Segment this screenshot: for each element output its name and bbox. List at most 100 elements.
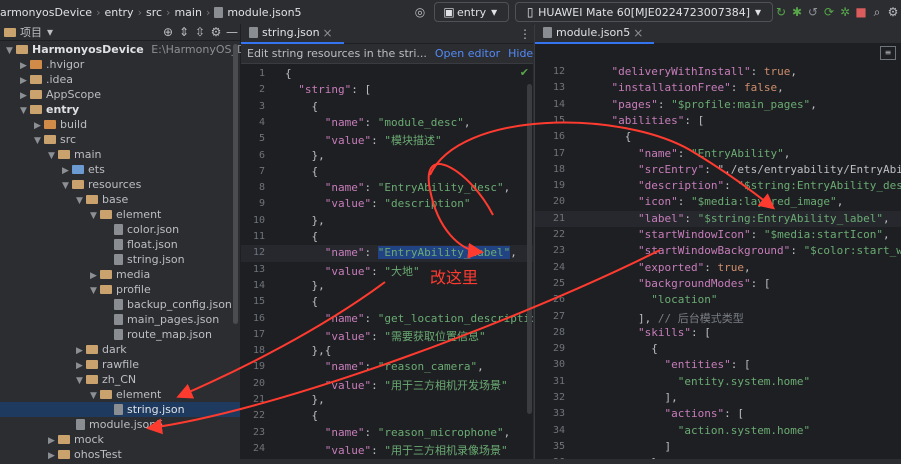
target-icon[interactable]: ◎ [412, 5, 428, 19]
reader-mode-icon[interactable]: ≡ [880, 46, 896, 60]
more-icon[interactable]: ⋮ [517, 27, 533, 41]
line-number: 35 [552, 440, 565, 452]
tree-file[interactable]: route_map.json [114, 327, 212, 342]
tree-item-label: color.json [127, 223, 180, 236]
tree-item[interactable]: ▼ src [34, 132, 76, 147]
close-icon[interactable]: × [630, 26, 646, 40]
tree-item[interactable]: ▶ ohosTest [48, 447, 122, 462]
minimize-icon[interactable]: — [224, 25, 240, 39]
line-number: 22 [552, 229, 565, 240]
code-area[interactable]: 12 "deliveryWithInstall": true, 13 "insta… [535, 62, 901, 459]
folder-icon [16, 45, 28, 54]
tree-item[interactable]: ▼ element [90, 387, 161, 402]
search-icon[interactable]: ⌕ [869, 5, 885, 20]
tree-item[interactable]: ▶ mock [48, 432, 104, 447]
code-area[interactable]: 1 {2 "string": [3 {4 "name": "module_desc… [241, 64, 533, 459]
tree-item-label: profile [116, 283, 151, 296]
device-select[interactable]: ▯ HUAWEI Mate 60[MJE0224723007384] ▾ [515, 2, 773, 22]
tree-file[interactable]: color.json [114, 222, 179, 237]
tree-item[interactable]: ▶ ets [62, 162, 105, 177]
apply-changes-icon[interactable]: ⟳ [821, 5, 837, 19]
tree-item[interactable]: ▶ build [34, 117, 87, 132]
breadcrumb-src[interactable]: src [146, 6, 162, 19]
code-line: "name": "reason_microphone", [324, 425, 511, 439]
folder-icon [44, 135, 56, 144]
json-file-icon [114, 254, 123, 265]
code-line: "name": "EntryAbility_label", [324, 246, 517, 260]
tree-item[interactable]: ▼ resources [62, 177, 141, 192]
folder-icon [72, 180, 84, 189]
tree-item[interactable]: ▼ entry [20, 102, 79, 117]
tree-item[interactable]: ▶ AppScope [20, 87, 101, 102]
tree-item[interactable]: ▶ dark [76, 342, 127, 357]
debug-icon[interactable]: ✱ [789, 5, 805, 19]
tree-item-label: float.json [127, 238, 178, 251]
tree-file[interactable]: float.json [114, 237, 178, 252]
run-config-select[interactable]: ▣ entry ▾ [434, 2, 510, 22]
tree-item[interactable]: ▶ .hvigor [20, 57, 84, 72]
rerun-icon[interactable]: ↻ [773, 5, 789, 19]
editor-scrollbar[interactable] [527, 84, 532, 414]
phone-icon: ▯ [526, 5, 534, 19]
chevron-down-icon: ▾ [491, 5, 498, 19]
breadcrumb-project[interactable]: armonyosDevice [0, 6, 92, 19]
line-number: 12 [252, 247, 265, 259]
settings-icon[interactable]: ⚙ [885, 5, 901, 19]
code-line: "entity.system.home" [677, 374, 811, 388]
notification-text: Edit string resources in the stri... [247, 47, 427, 60]
code-line: "startWindowBackground": "$color:start_w… [637, 244, 901, 258]
open-editor-link[interactable]: Open editor [435, 47, 500, 60]
line-number: 28 [552, 326, 565, 338]
tab-string-json[interactable]: string.json × [241, 23, 344, 44]
line-number: 22 [252, 410, 265, 422]
breadcrumb-entry[interactable]: entry [104, 6, 133, 19]
code-line: "location" [651, 293, 718, 307]
tree-item[interactable]: ▶ rawfile [76, 357, 139, 372]
module-icon: ▣ [443, 5, 455, 19]
tree-item[interactable]: ▼ element [90, 207, 161, 222]
tree-item[interactable]: ▼ zh_CN [76, 372, 136, 387]
line-number: 14 [552, 98, 565, 110]
folder-icon [58, 150, 70, 159]
tree-item[interactable]: ▶ media [90, 267, 150, 282]
profile-icon[interactable]: ↺ [805, 5, 821, 19]
expand-all-icon[interactable]: ⇕ [176, 25, 192, 39]
chevron-down-icon: ▼ [48, 151, 55, 161]
stop-icon[interactable]: ■ [853, 5, 869, 19]
collapse-all-icon[interactable]: ⇳ [192, 25, 208, 39]
tree-file[interactable]: module.json5 [76, 417, 163, 432]
tree-file[interactable]: backup_config.json [114, 297, 232, 312]
project-panel-title[interactable]: 项目 [20, 24, 42, 40]
tree-file[interactable]: main_pages.json [114, 312, 219, 327]
gear-icon[interactable]: ⚙ [208, 25, 224, 39]
chevron-down-icon: ▼ [76, 196, 83, 206]
project-scrollbar[interactable] [233, 44, 238, 324]
tree-item[interactable]: ▼ main [48, 147, 101, 162]
line-number: 14 [252, 279, 265, 291]
tree-item[interactable]: ▼ profile [90, 282, 151, 297]
tree-item-label: string.json [127, 403, 185, 416]
json-file-icon [114, 239, 123, 250]
locate-icon[interactable]: ⊕ [160, 25, 176, 39]
chevron-down-icon: ▼ [76, 376, 83, 386]
tree-item[interactable]: ▶ .idea [20, 72, 73, 87]
line-number: 30 [552, 359, 565, 371]
tree-file-selected[interactable]: string.json [0, 402, 240, 417]
breadcrumb-main[interactable]: main [174, 6, 201, 19]
line-number: 5 [258, 133, 265, 145]
editor-tabbar-right: module.json5 × [535, 24, 901, 44]
attach-debugger-icon[interactable]: ✲ [837, 5, 853, 19]
chevron-down-icon[interactable]: ▾ [42, 25, 58, 39]
json5-file-icon [76, 419, 85, 430]
tab-module-json5[interactable]: module.json5 × [535, 23, 655, 44]
tree-item-label: route_map.json [127, 328, 212, 341]
breadcrumb-file[interactable]: module.json5 [227, 6, 301, 19]
tree-file[interactable]: string.json [114, 252, 185, 267]
code-line: ] [585, 439, 672, 453]
line-number: 19 [552, 180, 565, 192]
code-line: "description": "$string:EntryAbility_des… [637, 179, 901, 193]
tree-item[interactable]: ▼ base [76, 192, 128, 207]
folder-icon [44, 120, 56, 129]
close-icon[interactable]: × [320, 26, 336, 40]
code-line: { [585, 130, 632, 144]
